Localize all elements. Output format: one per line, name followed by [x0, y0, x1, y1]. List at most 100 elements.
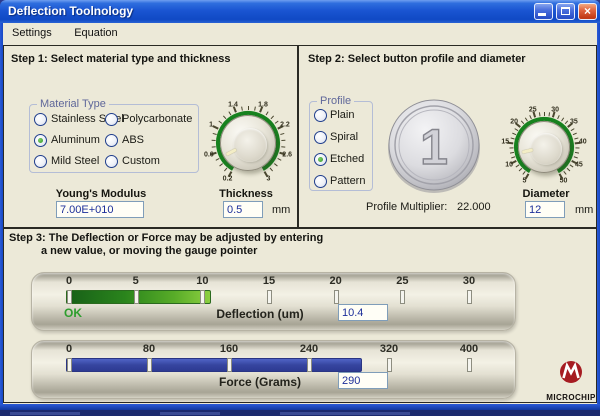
- gauge-scale-number: 10: [196, 275, 208, 287]
- gauge-bar[interactable]: [66, 358, 362, 372]
- radio-spiral-label: Spiral: [330, 131, 358, 143]
- step3-heading-line2: a new value, or moving the gauge pointer: [41, 245, 257, 257]
- gauge-scale-number: 160: [220, 343, 238, 355]
- window-title: Deflection Toolnology: [8, 4, 133, 18]
- radio-polycarbonate[interactable]: [105, 113, 118, 126]
- radio-etched-label: Etched: [330, 153, 364, 165]
- gauge-scale-number: 25: [396, 275, 408, 287]
- radio-pattern[interactable]: [314, 175, 327, 188]
- microchip-logo-icon: [559, 360, 583, 384]
- radio-mild-steel[interactable]: [34, 155, 47, 168]
- step2-panel: Step 2: Select button profile and diamet…: [298, 45, 597, 228]
- close-button[interactable]: ×: [578, 3, 597, 20]
- step2-heading: Step 2: Select button profile and diamet…: [308, 53, 526, 65]
- gauge-scale-number: 5: [133, 275, 139, 287]
- radio-stainless-steel[interactable]: [34, 113, 47, 126]
- step1-heading: Step 1: Select material type and thickne…: [11, 53, 230, 65]
- gauge-scale-number: 30: [463, 275, 475, 287]
- thickness-knob[interactable]: 0.20.611.41.82.22.63: [198, 93, 298, 193]
- profile-multiplier-value: 22.000: [457, 201, 491, 213]
- desktop-sliver: [0, 410, 600, 416]
- deflection-gauge[interactable]: OK Deflection (um) 051015202530: [31, 272, 516, 331]
- gauge-scale-number: 20: [330, 275, 342, 287]
- gauge-tick: [67, 358, 72, 372]
- radio-plain-label: Plain: [330, 109, 354, 121]
- gauge-scale-number: 320: [380, 343, 398, 355]
- step3-panel: Step 3: The Deflection or Force may be a…: [3, 228, 597, 403]
- microchip-branding: MICROCHIP: [542, 360, 600, 402]
- minimize-icon: [538, 13, 546, 16]
- knob-tick-label: 15: [501, 139, 509, 146]
- radio-aluminum[interactable]: [34, 134, 47, 147]
- gauge-tick: [147, 358, 152, 372]
- microchip-logo-text: MICROCHIP: [542, 393, 600, 402]
- knob-tick-label: 35: [570, 118, 578, 125]
- radio-spiral[interactable]: [314, 131, 327, 144]
- gauge-tick: [267, 290, 272, 304]
- radio-polycarbonate-label: Polycarbonate: [122, 113, 192, 125]
- minimize-button[interactable]: [534, 3, 553, 20]
- radio-custom-label: Custom: [122, 155, 160, 167]
- thickness-label: Thickness: [206, 188, 286, 200]
- knob-tick-label: 2.2: [280, 122, 290, 129]
- knob-tick: [548, 112, 550, 116]
- youngs-modulus-input[interactable]: [56, 201, 144, 218]
- radio-abs[interactable]: [105, 134, 118, 147]
- radio-aluminum-label: Aluminum: [51, 134, 100, 146]
- knob-tick-label: 1.8: [258, 101, 268, 108]
- radio-custom[interactable]: [105, 155, 118, 168]
- diameter-unit: mm: [575, 204, 593, 216]
- gauge-scale-number: 240: [300, 343, 318, 355]
- maximize-icon: [561, 7, 570, 15]
- diameter-input[interactable]: [525, 201, 565, 218]
- gauge-tick: [134, 290, 139, 304]
- radio-etched[interactable]: [314, 153, 327, 166]
- gauge-tick: [67, 290, 72, 304]
- gauge-scale-number: 400: [460, 343, 478, 355]
- knob-tick: [241, 107, 243, 111]
- title-bar: Deflection Toolnology ×: [0, 0, 600, 23]
- knob-tick-label: 1: [209, 122, 213, 129]
- knob-dome: [530, 133, 562, 165]
- gauge-scale-number: 80: [143, 343, 155, 355]
- menu-equation[interactable]: Equation: [65, 23, 126, 39]
- youngs-modulus-label: Young's Modulus: [41, 188, 161, 200]
- knob-dome: [233, 128, 267, 162]
- knob-tick-label: 0.2: [223, 175, 233, 182]
- application-window: Deflection Toolnology × Settings Equatio…: [0, 0, 600, 416]
- force-gauge[interactable]: Force (Grams) 0 80 160 240 320 400: [31, 340, 516, 399]
- gauge-tick: [227, 358, 232, 372]
- knob-tick: [544, 112, 545, 116]
- menu-settings[interactable]: Settings: [3, 23, 61, 39]
- radio-mild-steel-label: Mild Steel: [51, 155, 99, 167]
- thickness-unit: mm: [272, 204, 290, 216]
- diameter-label: Diameter: [514, 188, 578, 200]
- button-preview-number: 1: [420, 119, 448, 175]
- gauge-tick: [467, 358, 472, 372]
- knob-tick-label: 25: [529, 106, 537, 113]
- gauge-tick: [387, 358, 392, 372]
- gauge-scale-number: 0: [66, 343, 72, 355]
- radio-plain[interactable]: [314, 109, 327, 122]
- thickness-input[interactable]: [223, 201, 263, 218]
- gauge-scale-number: 0: [66, 275, 72, 287]
- diameter-knob[interactable]: 5101520253035404550: [494, 97, 594, 197]
- gauge-tick: [467, 290, 472, 304]
- deflection-input[interactable]: [338, 304, 388, 321]
- gauge-tick: [307, 358, 312, 372]
- step3-heading-line1: Step 3: The Deflection or Force may be a…: [9, 232, 323, 244]
- material-type-group-label: Material Type: [37, 98, 109, 110]
- step1-panel: Step 1: Select material type and thickne…: [3, 45, 298, 228]
- knob-tick: [575, 147, 579, 148]
- close-icon: ×: [579, 4, 596, 19]
- force-caption: Force (Grams): [152, 375, 368, 389]
- knob-tick-label: 1.4: [228, 101, 238, 108]
- maximize-button[interactable]: [556, 3, 575, 20]
- knob-tick: [509, 147, 513, 148]
- knob-tick-label: 30: [551, 106, 559, 113]
- gauge-tick: [334, 290, 339, 304]
- gauge-tick: [400, 290, 405, 304]
- force-input[interactable]: [338, 372, 388, 389]
- knob-tick-label: 45: [575, 161, 583, 168]
- knob-tick: [254, 107, 256, 111]
